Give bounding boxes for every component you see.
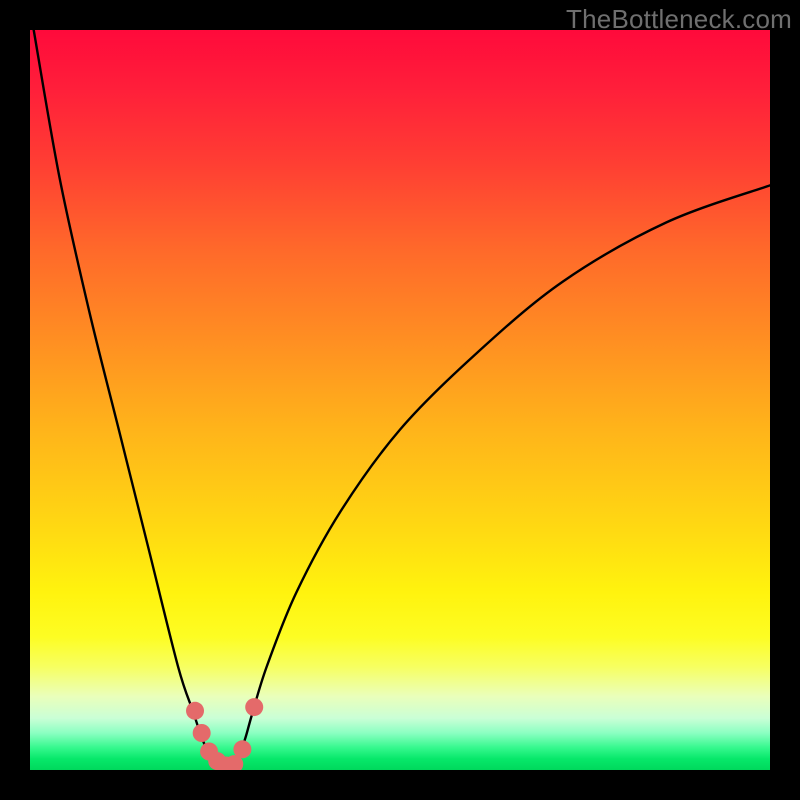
valley-marker (186, 702, 204, 720)
curve-svg (30, 30, 770, 770)
valley-marker (233, 740, 251, 758)
chart-frame: TheBottleneck.com (0, 0, 800, 800)
valley-marker (193, 724, 211, 742)
valley-markers (186, 698, 263, 770)
plot-area (30, 30, 770, 770)
bottleneck-curve (34, 30, 770, 766)
valley-marker (245, 698, 263, 716)
